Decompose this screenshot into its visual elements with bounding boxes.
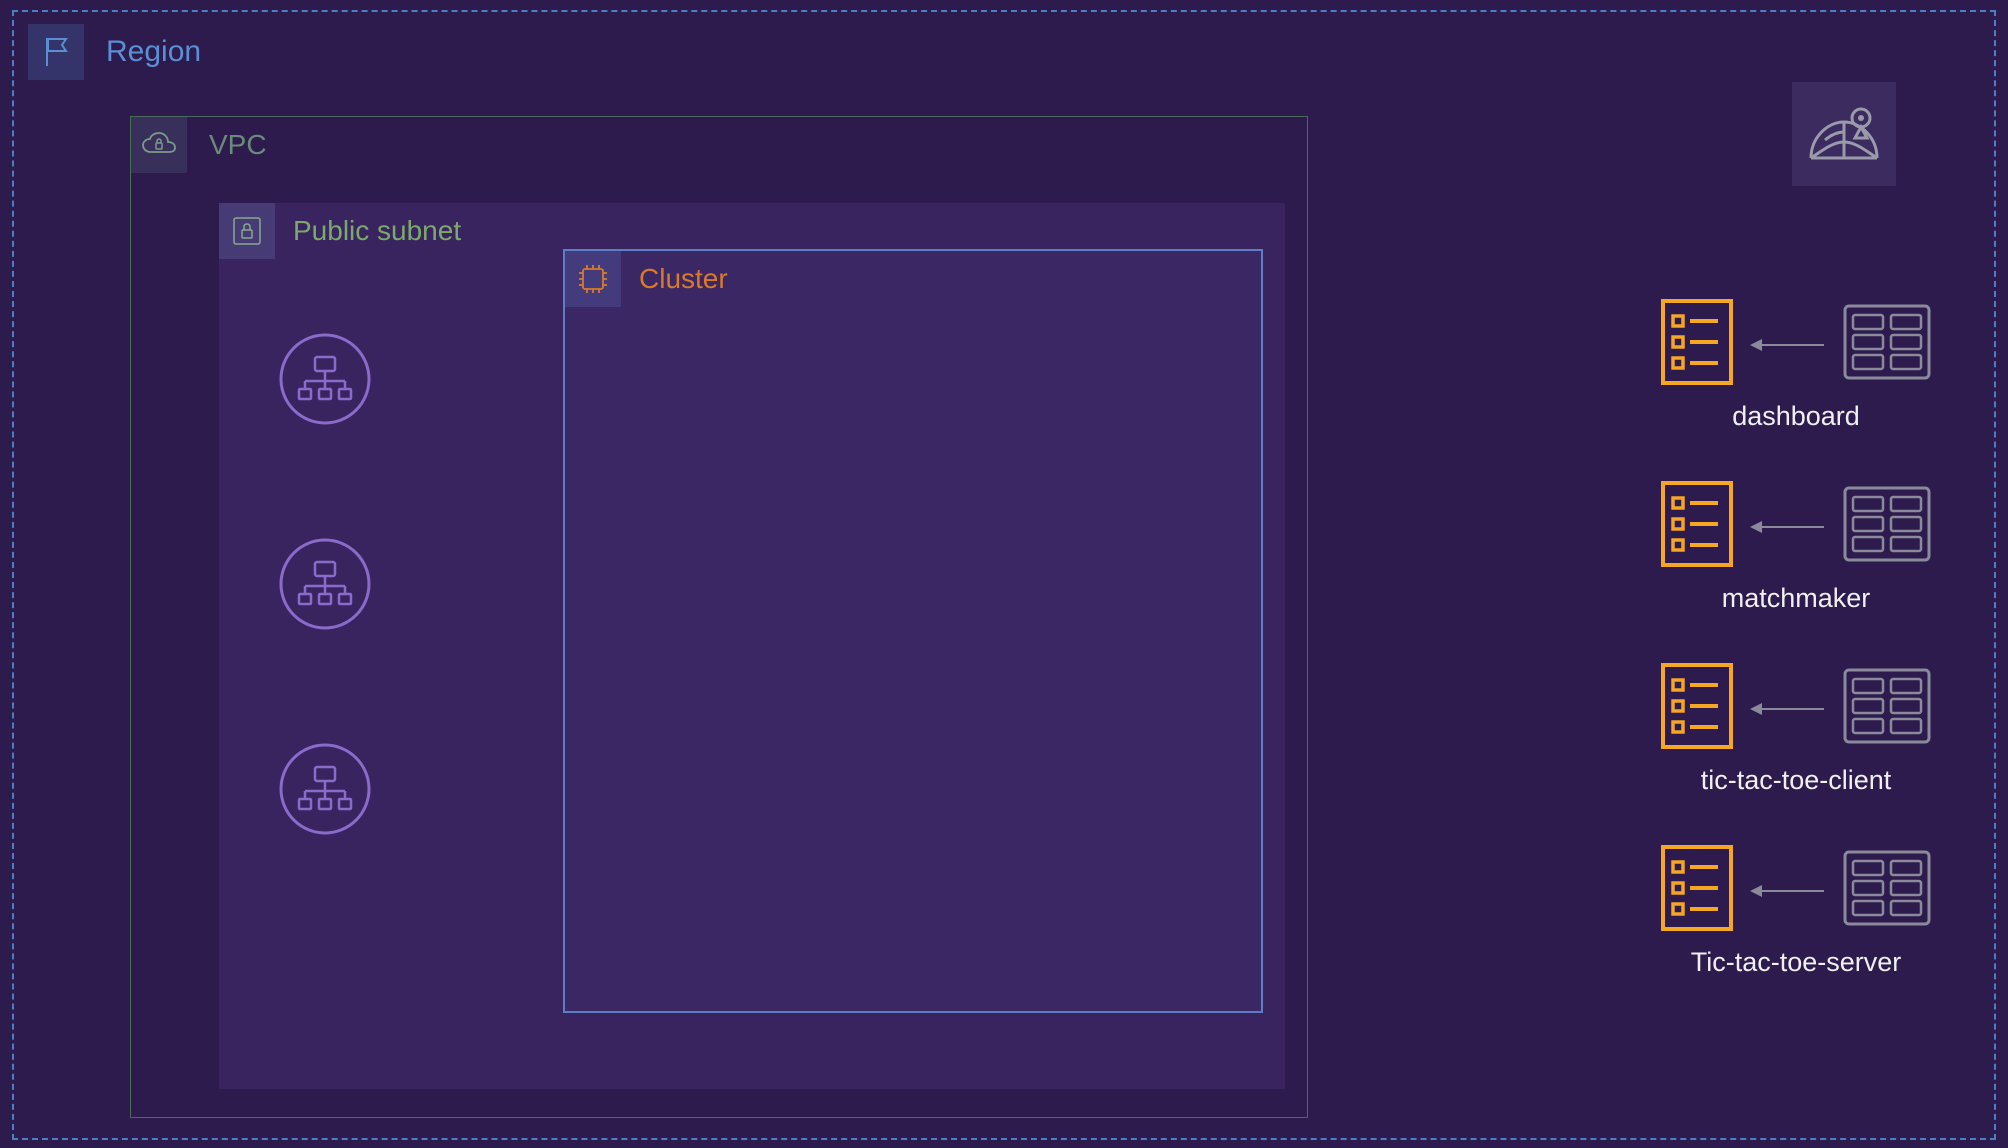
container-grid-icon <box>1842 667 1932 750</box>
service-label: Tic-tac-toe-server <box>1691 947 1902 978</box>
arrow-left-icon <box>1752 708 1824 710</box>
network-hierarchy-icon <box>279 333 371 430</box>
region-flag-icon <box>28 24 84 80</box>
subnet-label: Public subnet <box>293 215 461 247</box>
geolocation-map-icon <box>1792 82 1896 186</box>
task-list-icon <box>1660 298 1734 391</box>
network-hierarchy-icon <box>279 538 371 635</box>
cluster-header: Cluster <box>565 251 728 307</box>
service-tic-tac-toe-client: tic-tac-toe-client <box>1660 662 1932 796</box>
vpc-container: VPC Public subnet <box>130 116 1308 1118</box>
subnet-network-icons-group <box>279 333 371 840</box>
vpc-header: VPC <box>131 117 267 173</box>
cluster-container: Cluster <box>563 249 1263 1013</box>
service-tic-tac-toe-server: Tic-tac-toe-server <box>1660 844 1932 978</box>
task-list-icon <box>1660 480 1734 573</box>
arrow-left-icon <box>1752 344 1824 346</box>
service-label: matchmaker <box>1722 583 1871 614</box>
service-dashboard: dashboard <box>1660 298 1932 432</box>
subnet-header: Public subnet <box>219 203 461 259</box>
arrow-left-icon <box>1752 526 1824 528</box>
cluster-label: Cluster <box>639 263 728 295</box>
service-label: dashboard <box>1732 401 1860 432</box>
container-grid-icon <box>1842 303 1932 386</box>
arrow-left-icon <box>1752 890 1824 892</box>
network-hierarchy-icon <box>279 743 371 840</box>
service-matchmaker: matchmaker <box>1660 480 1932 614</box>
subnet-container: Public subnet <box>219 203 1285 1089</box>
subnet-lock-icon <box>219 203 275 259</box>
vpc-label: VPC <box>209 129 267 161</box>
cluster-chip-icon <box>565 251 621 307</box>
region-header: Region <box>28 24 201 80</box>
vpc-cloud-icon <box>131 117 187 173</box>
container-grid-icon <box>1842 849 1932 932</box>
container-grid-icon <box>1842 485 1932 568</box>
service-label: tic-tac-toe-client <box>1701 765 1892 796</box>
task-list-icon <box>1660 844 1734 937</box>
region-container: Region VPC P <box>12 10 1996 1140</box>
task-list-icon <box>1660 662 1734 755</box>
services-column: dashboard <box>1660 298 1932 978</box>
region-label: Region <box>106 35 201 69</box>
